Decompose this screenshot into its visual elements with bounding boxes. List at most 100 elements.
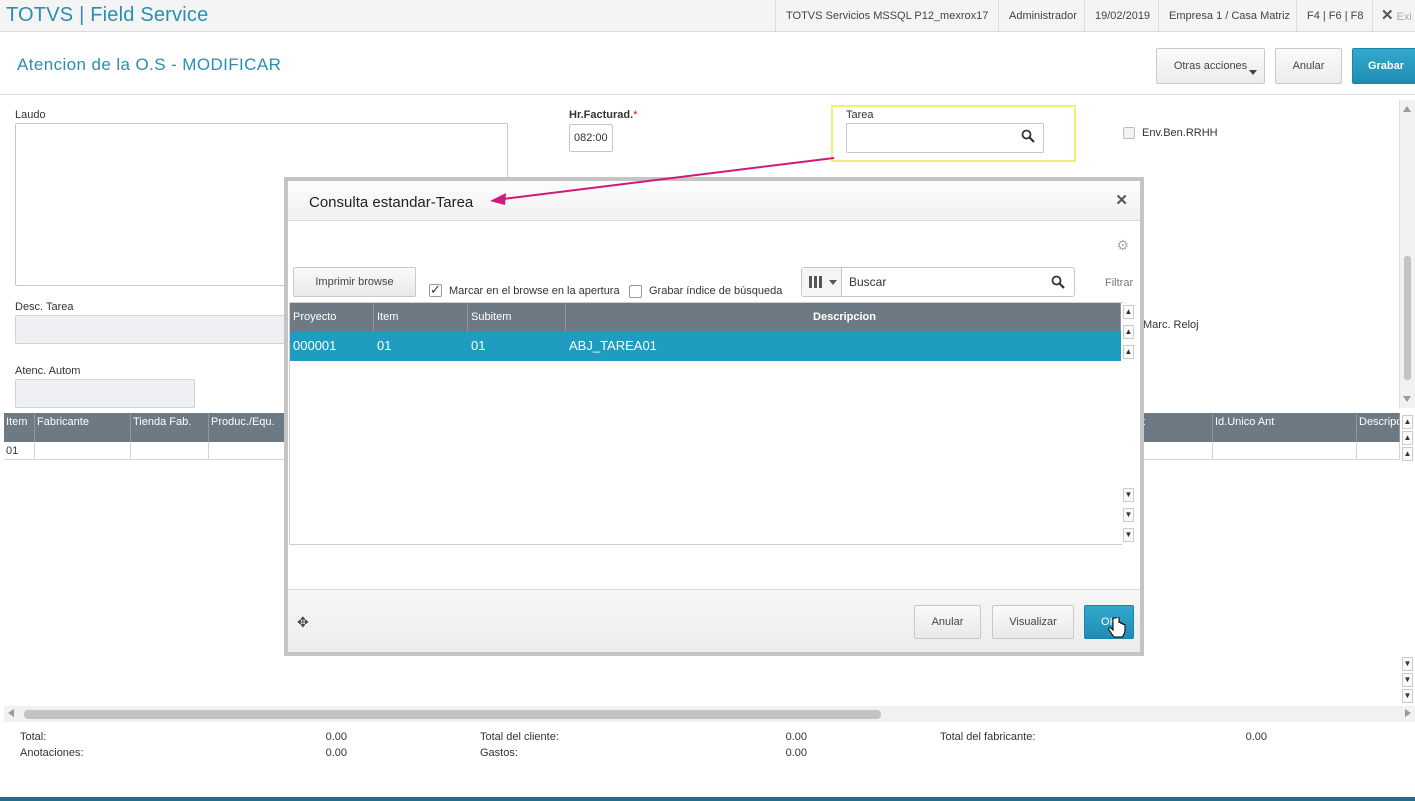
scroll-down-icon[interactable] [1403, 396, 1411, 402]
dialog-title: Consulta estandar-Tarea [309, 194, 474, 211]
highlight-box [831, 105, 1076, 162]
page-up-icon[interactable]: ▲ [1123, 325, 1134, 339]
scroll-thumb[interactable] [24, 710, 881, 719]
caret-down-icon [829, 280, 837, 285]
column-header[interactable]: Tienda Fab. [131, 413, 209, 442]
grid-scrollbar[interactable]: ▲ ▲ ▲ ▼ ▼ ▼ [1400, 413, 1415, 705]
env-ben-checkbox[interactable] [1123, 127, 1135, 139]
scroll-right-icon[interactable] [1405, 709, 1411, 717]
print-browse-button[interactable]: Imprimir browse [293, 267, 416, 297]
caret-down-icon [1249, 70, 1257, 75]
scroll-up-icon[interactable] [1403, 106, 1411, 112]
filter-link[interactable]: Filtrar [1105, 277, 1133, 289]
column-header[interactable]: Produc./Equ. [209, 413, 289, 442]
atenc-autom-input[interactable] [15, 379, 195, 408]
column-header[interactable]: Subitem [468, 303, 566, 331]
scroll-bottom-icon[interactable]: ▼ [1123, 528, 1134, 542]
search-input[interactable]: Buscar [849, 275, 886, 289]
move-icon[interactable]: ✥ [297, 614, 309, 631]
total-cliente-label: Total del cliente: [480, 731, 559, 743]
column-header[interactable]: Fabricante [35, 413, 131, 442]
cell-id-unico[interactable] [1213, 442, 1357, 460]
close-icon: ✕ [1381, 7, 1394, 24]
server-info: TOTVS Servicios MSSQL P12_mexrox17 [775, 0, 998, 32]
column-header[interactable]: Item [374, 303, 468, 331]
scroll-bottom-icon[interactable]: ▼ [1402, 689, 1413, 703]
column-header[interactable]: Descripcion [566, 303, 1121, 331]
scroll-down-icon[interactable]: ▼ [1402, 657, 1413, 671]
save-button[interactable]: Grabar [1352, 48, 1415, 84]
scroll-up-icon[interactable]: ▲ [1123, 345, 1134, 359]
scroll-down-icon[interactable]: ▼ [1123, 488, 1134, 502]
mark-browse-checkbox[interactable] [429, 282, 442, 298]
hr-facturad-input[interactable]: 082:00 [569, 124, 613, 152]
cell-descripcion[interactable]: ABJ_TAREA01 [566, 331, 657, 361]
scroll-top-icon[interactable]: ▲ [1123, 305, 1134, 319]
form-scrollbar[interactable] [1400, 100, 1415, 408]
column-header[interactable]: Id.Unico Ant [1213, 413, 1357, 442]
other-actions-button[interactable]: Otras acciones [1156, 48, 1265, 84]
column-header[interactable]: Descripc [1357, 413, 1400, 442]
column-header[interactable]: Item [4, 413, 35, 442]
gastos-label: Gastos: [480, 747, 518, 759]
shortcuts-info: F4 | F6 | F8 [1296, 0, 1373, 32]
total-label: Total: [20, 731, 47, 743]
scroll-top-icon[interactable]: ▲ [1402, 415, 1413, 429]
column-header[interactable]: t [1140, 413, 1213, 442]
gear-icon[interactable]: ⚙ [1116, 237, 1129, 254]
page-title: Atencion de la O.S - MODIFICAR [17, 55, 282, 74]
cancel-button[interactable]: Anular [1275, 48, 1342, 84]
total-value: 0.00 [325, 731, 347, 743]
mark-browse-label: Marcar en el browse en la apertura [449, 285, 620, 297]
cell-subitem[interactable]: 01 [468, 331, 485, 361]
horizontal-scrollbar[interactable] [4, 706, 1415, 722]
total-cliente-value: 0.00 [785, 731, 807, 743]
cell-fabricante[interactable] [35, 442, 131, 460]
cell-item[interactable]: 01 [4, 442, 35, 460]
exit-button[interactable]: ✕ Exi [1372, 0, 1415, 32]
save-index-label: Grabar índice de búsqueda [649, 285, 783, 297]
page-down-icon[interactable]: ▼ [1402, 673, 1413, 687]
table-row[interactable]: 000001 01 01 ABJ_TAREA01 [290, 331, 1121, 361]
hr-facturad-label: Hr.Facturad.* [569, 109, 638, 121]
top-bar: TOTVS | Field Service TOTVS Servicios MS… [0, 0, 1415, 32]
env-ben-label: Env.Ben.RRHH [1142, 127, 1218, 139]
save-index-checkbox[interactable] [629, 285, 642, 298]
user-info[interactable]: Administrador [998, 0, 1087, 32]
view-button[interactable]: Visualizar [992, 605, 1074, 639]
marc-reloj-label: Marc. Reloj [1143, 319, 1199, 331]
date-info: 19/02/2019 [1084, 0, 1160, 32]
browse-grid: Proyecto Item Subitem Descripcion 000001… [289, 302, 1138, 546]
cell-proyecto[interactable]: 000001 [290, 331, 336, 361]
anotaciones-value: 0.00 [325, 747, 347, 759]
dialog-cancel-button[interactable]: Anular [914, 605, 981, 639]
atenc-autom-label: Atenc. Autom [15, 365, 81, 377]
gastos-value: 0.00 [785, 747, 807, 759]
cell-descripcion[interactable] [1357, 442, 1400, 460]
hand-cursor-icon [1108, 617, 1126, 638]
scroll-left-icon[interactable] [8, 709, 14, 717]
scroll-thumb[interactable] [1404, 256, 1411, 380]
browse-scrollbar[interactable]: ▲ ▲ ▲ ▼ ▼ ▼ [1122, 303, 1138, 546]
cell-item[interactable]: 01 [374, 331, 391, 361]
search-box: Buscar [801, 267, 1075, 297]
cell-tienda[interactable] [131, 442, 209, 460]
column-select-button[interactable] [802, 268, 842, 296]
search-icon[interactable] [1051, 275, 1065, 292]
dialog-footer: ✥ Anular Visualizar OK [288, 589, 1140, 652]
page-down-icon[interactable]: ▼ [1123, 508, 1134, 522]
desc-tarea-input [15, 315, 290, 344]
close-icon[interactable]: ✕ [1115, 191, 1128, 209]
footer-bar [0, 797, 1415, 801]
lookup-dialog: Consulta estandar-Tarea ✕ ⚙ Imprimir bro… [284, 177, 1144, 656]
scroll-up-icon[interactable]: ▲ [1402, 447, 1413, 461]
company-info[interactable]: Empresa 1 / Casa Matriz [1158, 0, 1300, 32]
column-header[interactable]: Proyecto [290, 303, 374, 331]
laudo-label: Laudo [15, 109, 46, 121]
page-up-icon[interactable]: ▲ [1402, 431, 1413, 445]
page-header: Atencion de la O.S - MODIFICAR Otras acc… [0, 33, 1415, 95]
total-fabricante-label: Total del fabricante: [940, 731, 1036, 743]
cell-producto[interactable] [209, 442, 289, 460]
anotaciones-label: Anotaciones: [20, 747, 84, 759]
cell-t[interactable] [1140, 442, 1213, 460]
